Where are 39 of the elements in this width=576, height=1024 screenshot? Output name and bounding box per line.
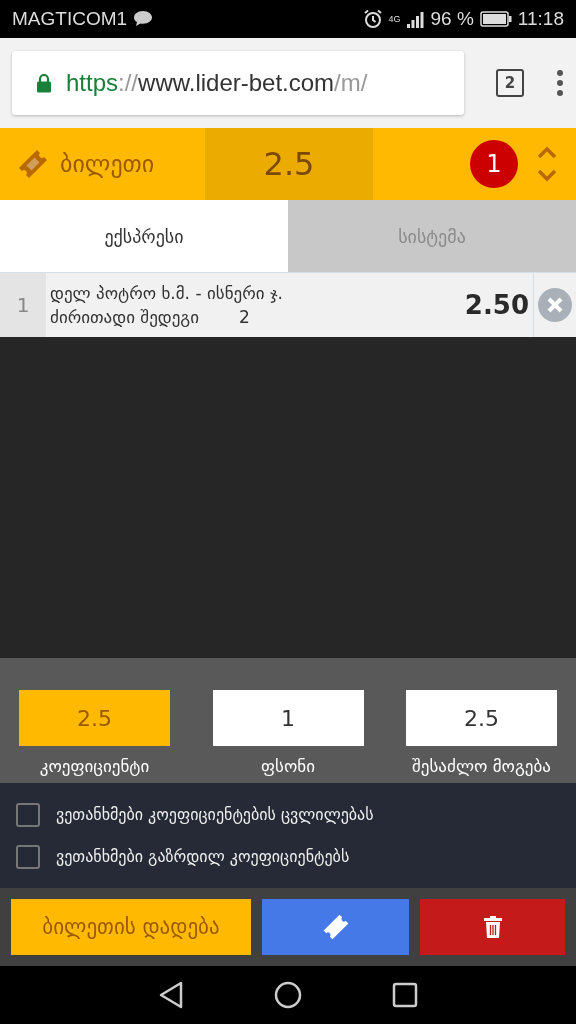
summary-label: შესაძლო მოგება bbox=[412, 756, 551, 776]
carrier-name: MAGTICOM1 bbox=[12, 8, 128, 30]
signal-icon bbox=[406, 10, 425, 28]
trash-icon bbox=[483, 916, 502, 938]
summary-value: 2.5 bbox=[19, 690, 170, 746]
summary-value[interactable]: 1 bbox=[212, 690, 364, 746]
recent-apps-icon[interactable] bbox=[392, 982, 418, 1008]
checkbox[interactable] bbox=[16, 802, 40, 827]
summary-value: 2.5 bbox=[406, 690, 557, 746]
network-type: 4G bbox=[388, 14, 401, 24]
summary-label: ფსონი bbox=[261, 756, 315, 776]
bet-number: 1 bbox=[0, 273, 46, 337]
checkbox-label: ვეთანხმები კოეფიციენტების ცვლილებას bbox=[56, 805, 374, 824]
clock: 11:18 bbox=[517, 8, 564, 30]
url-text: https://www.lider-bet.com/m/ bbox=[66, 69, 368, 97]
delete-button[interactable] bbox=[420, 899, 565, 955]
event-name: დელ პოტრო ხ.მ. - ისნერი ჯ. bbox=[50, 283, 285, 303]
bet-pick: 2 bbox=[239, 307, 250, 327]
battery-icon bbox=[479, 11, 512, 27]
message-icon bbox=[133, 10, 154, 28]
checkbox-label: ვეთანხმები გაზრდილ კოეფიციენტებს bbox=[56, 847, 350, 866]
ticket-icon bbox=[16, 147, 50, 181]
summary-label: კოეფიციენტი bbox=[39, 756, 150, 776]
total-odds: 2.5 bbox=[205, 128, 373, 200]
tab-count[interactable]: 2 bbox=[496, 69, 524, 97]
lock-icon bbox=[36, 73, 52, 93]
bet-count-badge: 1 bbox=[470, 140, 518, 188]
menu-icon[interactable] bbox=[556, 69, 564, 97]
checkbox[interactable] bbox=[16, 844, 40, 869]
battery-percent: 96 % bbox=[430, 8, 474, 30]
address-bar[interactable]: https://www.lider-bet.com/m/ bbox=[12, 51, 464, 115]
ticket-button[interactable] bbox=[262, 899, 409, 955]
bet-odds: 2.50 bbox=[464, 289, 530, 322]
back-icon[interactable] bbox=[158, 980, 184, 1010]
home-icon[interactable] bbox=[274, 981, 302, 1009]
alarm-icon bbox=[362, 9, 383, 29]
ticket-title: ბილეთი bbox=[60, 150, 155, 178]
bet-type-tab[interactable]: ექსპრესი bbox=[0, 200, 288, 272]
market-name: ძირითადი შედეგი bbox=[50, 307, 199, 327]
